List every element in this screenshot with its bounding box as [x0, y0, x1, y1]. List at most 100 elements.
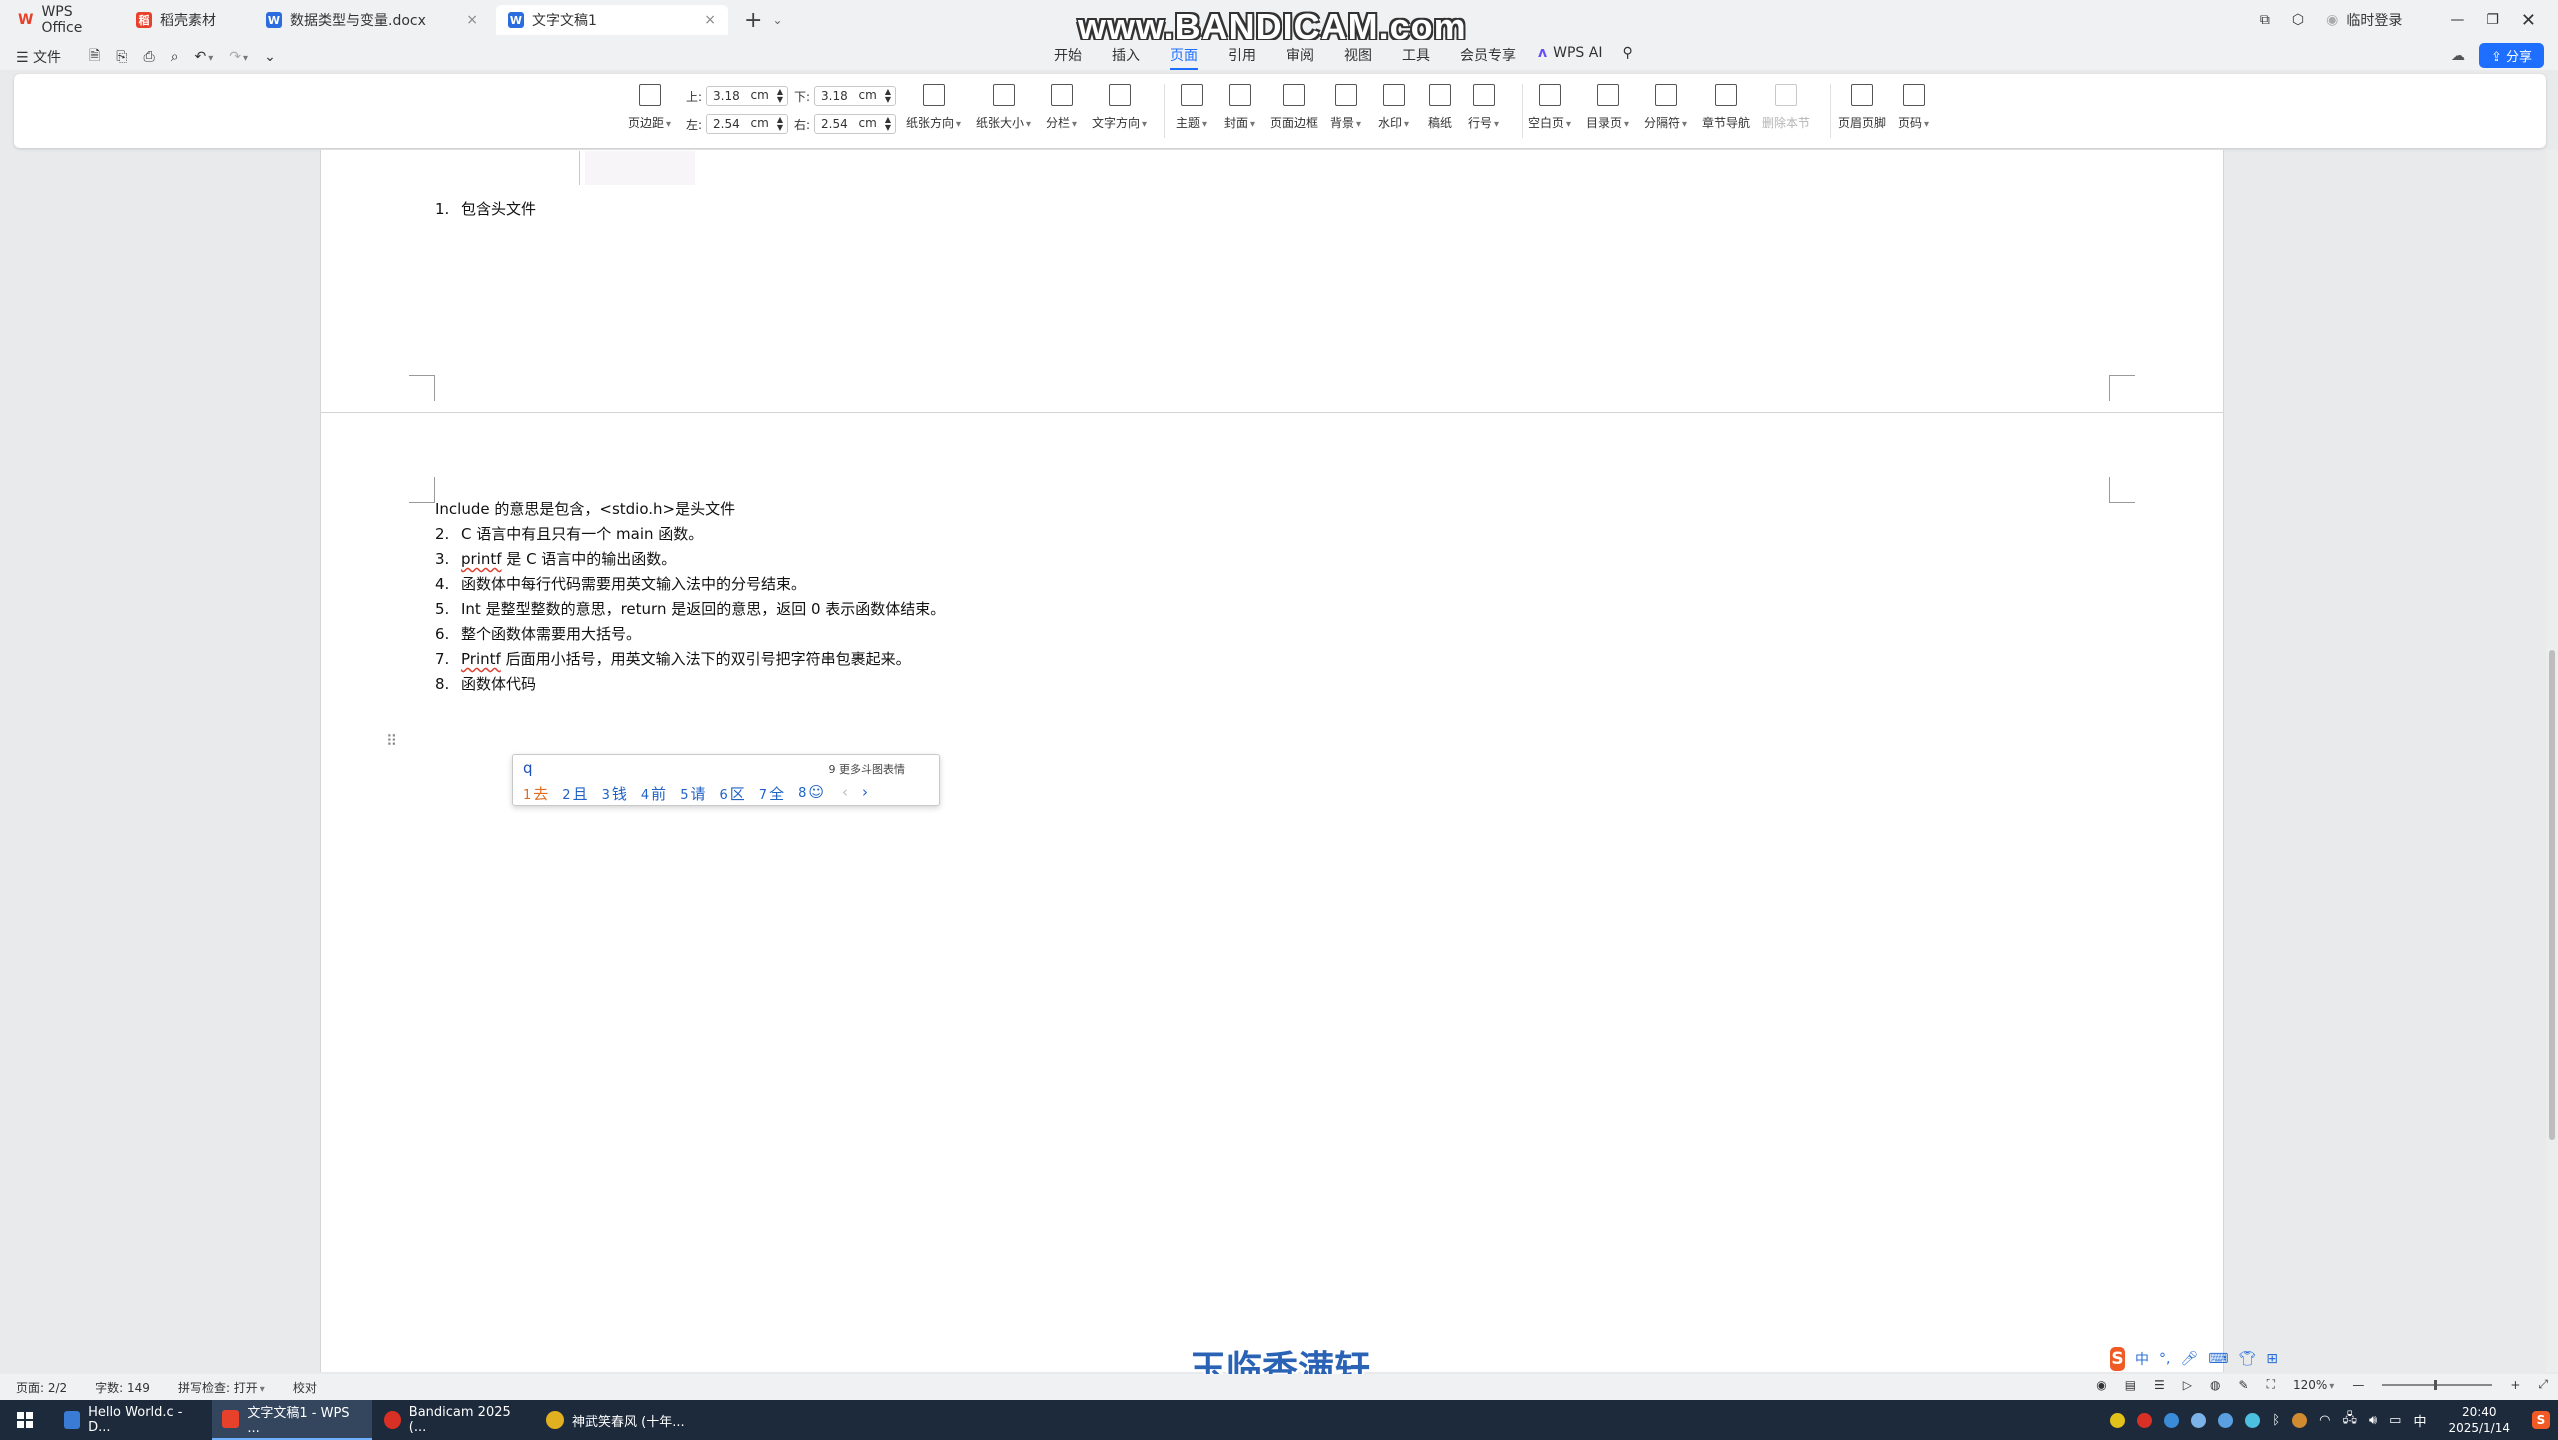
- ime-candidate[interactable]: 8 ☺: [798, 783, 824, 804]
- bluetooth-icon[interactable]: ᛒ: [2272, 1413, 2280, 1428]
- ime-candidate[interactable]: 1去: [523, 783, 548, 804]
- list-item[interactable]: 7. Printf 后面用小括号，用英文输入法下的双引号把字符串包裹起来。: [435, 647, 911, 672]
- network-icon[interactable]: 🖧︎: [2342, 1409, 2357, 1431]
- blank-page-button[interactable]: 空白页 ▾: [1528, 84, 1571, 131]
- drag-handle-icon[interactable]: ⠿: [386, 732, 397, 750]
- close-window-icon[interactable]: ✕: [2521, 10, 2536, 31]
- redo-icon[interactable]: ↷ ▾: [229, 49, 248, 65]
- tray-app-icon[interactable]: [2191, 1412, 2207, 1428]
- tab-review[interactable]: 审阅: [1286, 45, 1314, 65]
- ime-prev-icon[interactable]: ‹: [842, 783, 848, 804]
- manuscript-button[interactable]: 稿纸: [1428, 84, 1452, 131]
- tray-cloud-icon[interactable]: [2218, 1412, 2234, 1428]
- proofread-button[interactable]: 校对: [293, 1379, 317, 1396]
- page-2[interactable]: Include 的意思是包含，<stdio.h>是头文件 2. C 语言中有且只有…: [320, 412, 2224, 1372]
- restore-layout-icon[interactable]: ⧉: [2260, 12, 2270, 28]
- list-item[interactable]: 6. 整个函数体需要用大括号。: [435, 622, 641, 647]
- toolbox-grid-icon[interactable]: ⊞: [2266, 1351, 2278, 1367]
- file-menu[interactable]: ☰ 文件: [16, 47, 61, 67]
- fullscreen-icon[interactable]: ⤢: [2538, 1377, 2548, 1392]
- outline-view-icon[interactable]: ☰: [2154, 1378, 2165, 1392]
- ime-candidate[interactable]: 4前: [641, 783, 666, 804]
- zoom-level[interactable]: 120% ▾: [2293, 1378, 2334, 1392]
- tray-app-icon[interactable]: [2245, 1412, 2261, 1428]
- zoom-slider-knob[interactable]: [2434, 1379, 2438, 1390]
- page-number-button[interactable]: 页码 ▾: [1898, 84, 1929, 131]
- section-nav-button[interactable]: 章节导航: [1702, 84, 1750, 131]
- margin-left-field[interactable]: 左: 2.54 cm ▲ ▼: [686, 114, 788, 134]
- page-border-button[interactable]: 页面边框: [1270, 84, 1318, 131]
- page-view-icon[interactable]: ▤: [2125, 1378, 2136, 1392]
- spellcheck-toggle[interactable]: 拼写检查: 打开 ▾: [178, 1379, 265, 1396]
- zoom-slider[interactable]: [2382, 1379, 2493, 1390]
- new-tab-plus-icon[interactable]: +: [744, 8, 762, 33]
- margin-top-field[interactable]: 上: 3.18 cm ▲ ▼: [686, 86, 788, 106]
- line-numbers-button[interactable]: 行号 ▾: [1468, 84, 1499, 131]
- header-footer-button[interactable]: 页眉页脚: [1838, 84, 1886, 131]
- print-preview-icon[interactable]: ⌕: [171, 49, 179, 65]
- taskbar-item-wps[interactable]: 文字文稿1 - WPS ...: [212, 1400, 372, 1440]
- keyboard-icon[interactable]: ⌨: [2208, 1351, 2228, 1367]
- tab-member[interactable]: 会员专享: [1460, 45, 1516, 65]
- eye-icon[interactable]: ◉: [2096, 1378, 2106, 1392]
- watermark-button[interactable]: 水印 ▾: [1378, 84, 1409, 131]
- tab-wps-office[interactable]: W WPS Office: [6, 4, 118, 36]
- tab-view[interactable]: 视图: [1344, 45, 1372, 65]
- background-button[interactable]: 背景 ▾: [1330, 84, 1361, 131]
- ime-candidate[interactable]: 6区: [719, 783, 744, 804]
- margin-right-field[interactable]: 右: 2.54 cm ▲ ▼: [794, 114, 896, 134]
- search-icon[interactable]: ⚲: [1622, 45, 1632, 61]
- clock[interactable]: 20:40 2025/1/14: [2448, 1404, 2510, 1436]
- vertical-scrollbar[interactable]: [2546, 150, 2558, 1372]
- save-icon[interactable]: 🗎: [89, 45, 100, 69]
- cloud-sync-icon[interactable]: ☁: [2451, 48, 2465, 64]
- tray-app-icon[interactable]: [2110, 1412, 2126, 1428]
- zoom-in-icon[interactable]: +: [2510, 1378, 2520, 1392]
- theme-button[interactable]: 主题 ▾: [1176, 84, 1207, 131]
- document-canvas[interactable]: 1. 包含头文件 Include 的意思是包含，<stdio.h>是头文件 2. C…: [0, 150, 2546, 1372]
- ime-candidate[interactable]: 5请: [680, 783, 705, 804]
- close-icon[interactable]: ×: [692, 12, 716, 28]
- taskbar-item-game[interactable]: 神武笑春风 (十年...: [536, 1400, 696, 1440]
- spinner-icon[interactable]: ▲ ▼: [885, 88, 891, 104]
- maximize-icon[interactable]: ❐: [2486, 12, 2499, 28]
- list-item[interactable]: 5. Int 是整型整数的意思，return 是返回的意思，返回 0 表示函数体结…: [435, 597, 945, 622]
- login-button[interactable]: 临时登录: [2346, 10, 2402, 30]
- list-item[interactable]: 4. 函数体中每行代码需要用英文输入法中的分号结束。: [435, 572, 806, 597]
- tab-document-current[interactable]: W 文字文稿1 ×: [496, 5, 728, 35]
- zoom-out-icon[interactable]: —: [2352, 1378, 2364, 1392]
- list-item[interactable]: 2. C 语言中有且只有一个 main 函数。: [435, 522, 703, 547]
- orientation-button[interactable]: 纸张方向 ▾: [906, 84, 961, 131]
- margin-bottom-field[interactable]: 下: 3.18 cm ▲ ▼: [794, 86, 896, 106]
- export-pdf-icon[interactable]: ⎘: [116, 49, 127, 65]
- columns-button[interactable]: 分栏 ▾: [1046, 84, 1077, 131]
- taskbar-item-bandicam[interactable]: Bandicam 2025 (...: [374, 1400, 534, 1440]
- cube-icon[interactable]: ⬡: [2292, 12, 2304, 28]
- taskbar-item-devcpp[interactable]: Hello World.c - D...: [54, 1400, 206, 1440]
- pen-icon[interactable]: ✎: [2239, 1378, 2249, 1392]
- tray-app-icon[interactable]: [2292, 1412, 2308, 1428]
- ime-mode-toggle[interactable]: 中: [2135, 1349, 2149, 1369]
- scrollbar-thumb[interactable]: [2549, 650, 2555, 1140]
- tab-docer[interactable]: 稻 稻壳素材: [124, 5, 248, 35]
- quick-access-chevron-icon[interactable]: ⌄: [264, 49, 276, 65]
- punctuation-icon[interactable]: °,: [2159, 1351, 2170, 1367]
- wifi-icon[interactable]: ◠: [2319, 1413, 2330, 1428]
- ime-candidate[interactable]: 3钱: [602, 783, 627, 804]
- text-direction-button[interactable]: 文字方向 ▾: [1092, 84, 1147, 131]
- margins-button[interactable]: 页边距 ▾: [628, 84, 671, 131]
- word-count[interactable]: 字数: 149: [95, 1379, 150, 1396]
- print-icon[interactable]: ⎙: [143, 49, 154, 65]
- spinner-icon[interactable]: ▲ ▼: [777, 116, 783, 132]
- paragraph-intro[interactable]: Include 的意思是包含，<stdio.h>是头文件: [435, 497, 735, 522]
- tab-tools[interactable]: 工具: [1402, 45, 1430, 65]
- start-button[interactable]: [0, 1400, 50, 1440]
- spell-error-word[interactable]: Printf: [461, 650, 501, 668]
- ime-indicator-icon[interactable]: 中: [2413, 1411, 2426, 1430]
- sogou-ime-toolbar[interactable]: S 中 °, 🎤︎ ⌨ 👕︎ ⊞: [2106, 1344, 2278, 1374]
- list-item[interactable]: 3. printf 是 C 语言中的输出函数。: [435, 547, 676, 572]
- wps-ai-button[interactable]: ʌ WPS AI ⚲: [1538, 45, 1633, 61]
- breaks-button[interactable]: 分隔符 ▾: [1644, 84, 1687, 131]
- share-button[interactable]: ⇪ 分享: [2478, 43, 2544, 68]
- web-view-icon[interactable]: ◍: [2210, 1378, 2220, 1392]
